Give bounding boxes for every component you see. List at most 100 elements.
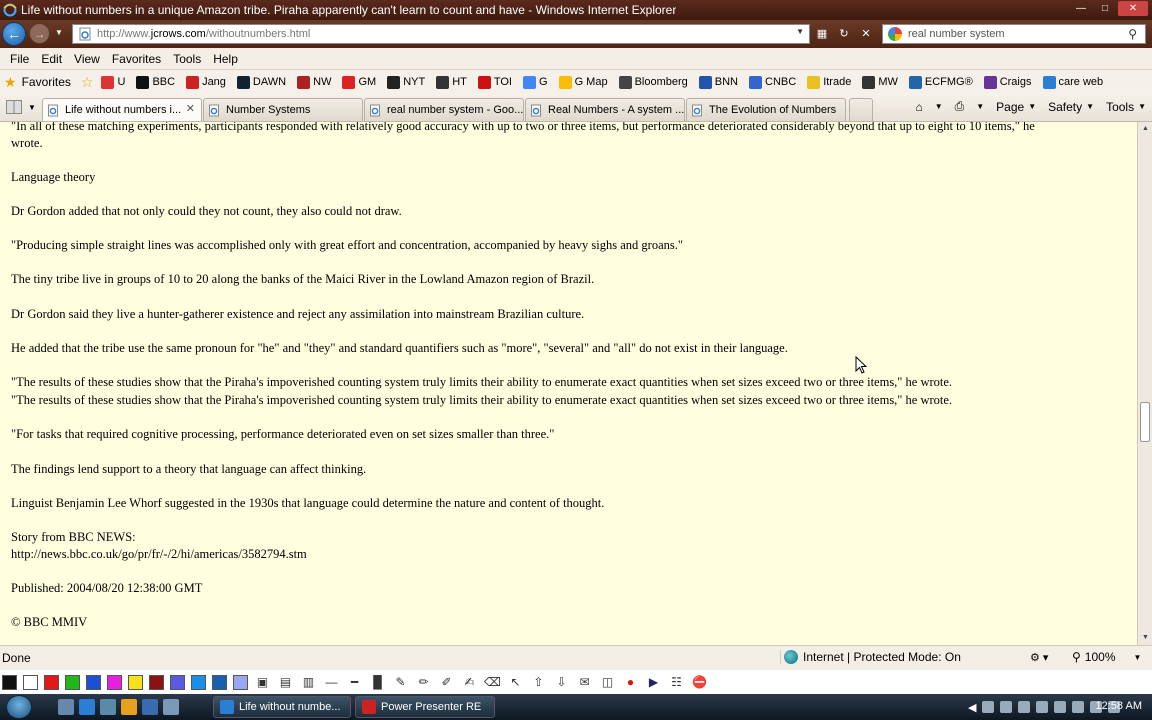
title-bar[interactable]: Life without numbers in a unique Amazon … bbox=[0, 0, 1152, 20]
favorite-item[interactable]: G bbox=[523, 75, 548, 89]
zoom-control[interactable]: ⚲ 100% ▼ bbox=[1072, 650, 1141, 664]
taskbar-button-ie[interactable]: Life without numbe... bbox=[213, 696, 351, 718]
color-swatch[interactable] bbox=[149, 674, 164, 690]
favorite-item[interactable]: DAWN bbox=[236, 75, 286, 89]
source-link[interactable]: http://news.bbc.co.uk/go/pr/fr/-/2/hi/am… bbox=[11, 547, 307, 562]
exit-presenter-icon[interactable]: ⛔ bbox=[691, 674, 708, 691]
browser-tab[interactable]: Life without numbers i... ✕ bbox=[42, 98, 202, 121]
recent-pages-dropdown[interactable]: ▼ bbox=[55, 28, 63, 37]
display-icon[interactable]: ▥ bbox=[300, 674, 317, 691]
arrow-down-icon[interactable]: ⇩ bbox=[553, 674, 570, 691]
add-to-favorites-icon[interactable]: ☆ bbox=[81, 74, 94, 91]
menu-view[interactable]: View bbox=[74, 52, 100, 66]
color-swatch[interactable] bbox=[191, 674, 206, 690]
color-swatch[interactable] bbox=[128, 674, 143, 690]
protected-mode-icon[interactable]: ⚙ ▾ bbox=[1030, 651, 1048, 664]
favorite-item[interactable]: U bbox=[101, 75, 125, 89]
favorite-item[interactable]: ECFMG® bbox=[908, 75, 973, 89]
maximize-button[interactable]: □ bbox=[1094, 1, 1116, 16]
favorite-item[interactable]: TOI bbox=[477, 75, 512, 89]
quick-tabs-icon[interactable] bbox=[6, 100, 22, 114]
taskbar-button-presenter[interactable]: Power Presenter RE bbox=[355, 696, 495, 718]
browser-tab[interactable]: Real Numbers - A system ... bbox=[525, 98, 685, 121]
color-swatch[interactable] bbox=[44, 674, 59, 690]
menu-favorites[interactable]: Favorites bbox=[112, 52, 161, 66]
tray-icon[interactable] bbox=[982, 701, 995, 713]
color-swatch[interactable] bbox=[212, 674, 227, 690]
home-dropdown-icon[interactable]: ▼ bbox=[935, 102, 943, 111]
search-input[interactable] bbox=[908, 28, 1128, 40]
color-swatch[interactable] bbox=[2, 674, 17, 690]
home-icon[interactable]: ⌂ bbox=[915, 100, 922, 114]
monitor-icon[interactable]: ▤ bbox=[277, 674, 294, 691]
page-menu[interactable]: Page ▼ bbox=[996, 100, 1036, 114]
menu-help[interactable]: Help bbox=[213, 52, 238, 66]
favorite-item[interactable]: NYT bbox=[387, 75, 425, 89]
thick-line-icon[interactable]: █ bbox=[369, 674, 386, 691]
scroll-up-icon[interactable]: ▲ bbox=[1138, 122, 1152, 136]
clear-screen-icon[interactable]: ☷ bbox=[668, 674, 685, 691]
browser-tab[interactable]: The Evolution of Numbers bbox=[686, 98, 846, 121]
pointer-icon[interactable]: ↖ bbox=[507, 674, 524, 691]
tray-icon[interactable] bbox=[1036, 701, 1049, 713]
browser-tab[interactable]: Number Systems bbox=[203, 98, 363, 121]
favorite-item[interactable]: NW bbox=[297, 75, 331, 89]
arrow-up-icon[interactable]: ⇧ bbox=[530, 674, 547, 691]
tab-list-dropdown-icon[interactable]: ▼ bbox=[28, 103, 36, 112]
back-button[interactable]: ← bbox=[2, 22, 26, 46]
tools-menu[interactable]: Tools ▼ bbox=[1106, 100, 1146, 114]
favorite-item[interactable]: BBC bbox=[136, 75, 175, 89]
mail-icon[interactable]: ✉ bbox=[576, 674, 593, 691]
tray-icon[interactable] bbox=[1018, 701, 1031, 713]
favorite-item[interactable]: Itrade bbox=[807, 75, 851, 89]
color-swatch[interactable] bbox=[65, 674, 80, 690]
thin-line-icon[interactable]: — bbox=[323, 674, 340, 691]
minimize-button[interactable]: — bbox=[1070, 1, 1092, 16]
url-text[interactable]: http://www.jcrows.com/withoutnumbers.htm… bbox=[97, 28, 310, 40]
search-icon[interactable]: ⚲ bbox=[1128, 27, 1137, 41]
forward-button[interactable]: → bbox=[29, 23, 50, 44]
print-icon[interactable]: ⎙ bbox=[955, 99, 965, 114]
tray-icon[interactable] bbox=[1000, 701, 1013, 713]
explorer-folder-icon[interactable] bbox=[121, 699, 137, 715]
stop-icon[interactable]: ✕ bbox=[857, 25, 875, 43]
quicklaunch-app-icon[interactable] bbox=[163, 699, 179, 715]
favorite-item[interactable]: G Map bbox=[558, 75, 608, 89]
search-box[interactable]: ⚲ bbox=[882, 24, 1146, 44]
favorite-item[interactable]: care web bbox=[1042, 75, 1103, 89]
highlighter-icon[interactable]: ✏ bbox=[415, 674, 432, 691]
menu-edit[interactable]: Edit bbox=[41, 52, 62, 66]
volume-icon[interactable] bbox=[1072, 701, 1085, 713]
color-swatch[interactable] bbox=[170, 674, 185, 690]
favorite-item[interactable]: HT bbox=[436, 75, 467, 89]
color-swatch[interactable] bbox=[233, 674, 248, 690]
clock[interactable]: 12:58 AM bbox=[1096, 700, 1142, 712]
pen-icon[interactable]: ✎ bbox=[392, 674, 409, 691]
new-tab-button[interactable] bbox=[849, 98, 873, 121]
brush-icon[interactable]: ✐ bbox=[438, 674, 455, 691]
favorite-item[interactable]: Craigs bbox=[983, 75, 1032, 89]
safety-menu[interactable]: Safety ▼ bbox=[1048, 100, 1094, 114]
address-dropdown-icon[interactable]: ▼ bbox=[796, 27, 804, 36]
close-tab-icon[interactable]: ✕ bbox=[186, 102, 195, 115]
switch-windows-icon[interactable] bbox=[100, 699, 116, 715]
refresh-icon[interactable]: ↻ bbox=[835, 25, 853, 43]
favorite-item[interactable]: BNN bbox=[698, 75, 738, 89]
scrollbar-thumb[interactable] bbox=[1140, 402, 1150, 442]
eraser-icon[interactable]: ⌫ bbox=[484, 674, 501, 691]
internet-explorer-quicklaunch-icon[interactable] bbox=[79, 699, 95, 715]
favorites-button[interactable]: ★ Favorites bbox=[4, 74, 71, 91]
menu-tools[interactable]: Tools bbox=[173, 52, 201, 66]
vertical-scrollbar[interactable]: ▲ ▼ bbox=[1137, 122, 1152, 645]
record-icon[interactable]: ● bbox=[622, 674, 639, 691]
show-desktop-icon[interactable] bbox=[58, 699, 74, 715]
quicklaunch-app-icon[interactable] bbox=[142, 699, 158, 715]
save-icon[interactable]: ◫ bbox=[599, 674, 616, 691]
color-swatch[interactable] bbox=[23, 674, 38, 690]
network-icon[interactable] bbox=[1054, 701, 1067, 713]
close-window-button[interactable]: ✕ bbox=[1118, 1, 1148, 16]
security-zone[interactable]: Internet | Protected Mode: On bbox=[780, 650, 961, 664]
compatibility-view-icon[interactable]: ▦ bbox=[813, 25, 831, 43]
favorite-item[interactable]: Jang bbox=[186, 75, 226, 89]
zoom-dropdown-icon[interactable]: ▼ bbox=[1134, 653, 1142, 662]
